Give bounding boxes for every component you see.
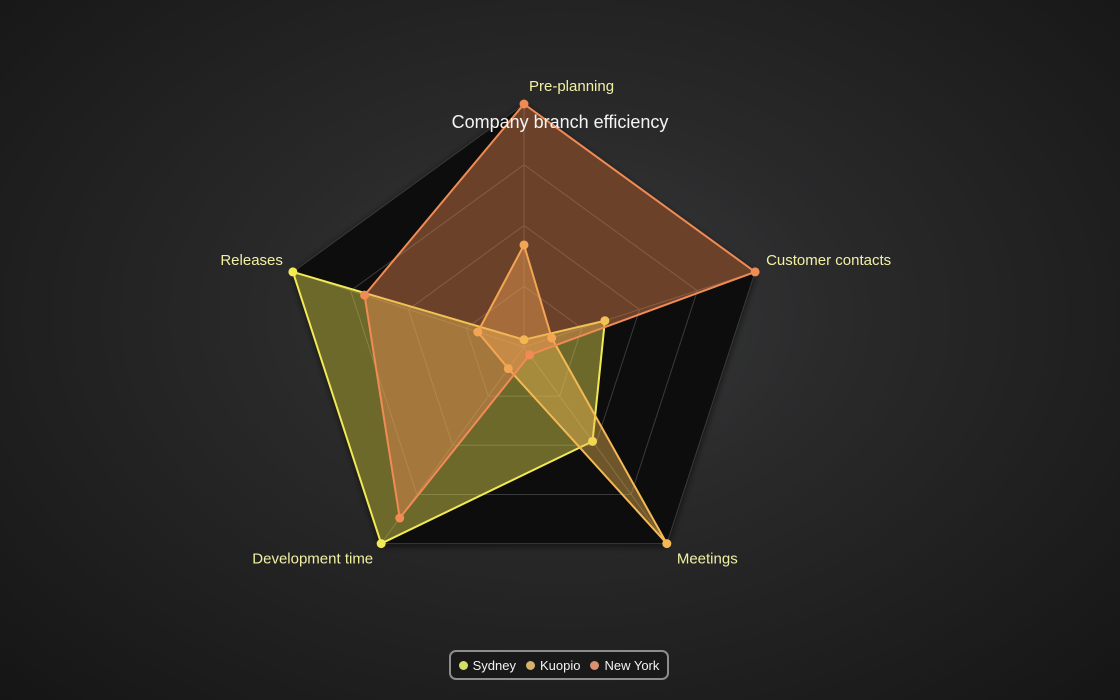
legend-marker-kuopio: [525, 660, 535, 670]
axis-label-customer-contacts: Customer contacts: [766, 252, 891, 269]
legend-label-kuopio: Kuopio: [539, 657, 581, 673]
legend: Sydney Kuopio New York: [449, 650, 669, 680]
data-point-new-york-meetings[interactable]: [525, 350, 535, 360]
legend-item-kuopio[interactable]: Kuopio: [525, 657, 581, 673]
legend-marker-sydney: [458, 660, 468, 670]
legend-marker-new-york: [590, 660, 600, 670]
legend-label-new-york: New York: [604, 657, 660, 673]
data-point-new-york-releases[interactable]: [360, 290, 370, 300]
axis-label-development-time: Development time: [252, 551, 373, 568]
data-point-new-york-pre-planning[interactable]: [519, 99, 529, 109]
data-point-kuopio-meetings[interactable]: [662, 539, 672, 549]
data-point-sydney-releases[interactable]: [288, 267, 298, 277]
legend-item-new-york[interactable]: New York: [590, 658, 659, 673]
data-point-new-york-development-time[interactable]: [395, 513, 405, 523]
data-point-sydney-development-time[interactable]: [376, 539, 386, 549]
legend-item-sydney[interactable]: Sydney: [458, 657, 516, 673]
data-point-new-york-customer-contacts[interactable]: [750, 267, 760, 277]
axis-label-releases: Releases: [220, 252, 283, 269]
radar-chart: Pre-planning Customer contacts Meetings Dev…: [220, 78, 891, 568]
axis-label-meetings: Meetings: [677, 551, 738, 568]
chart-title: Company branch efficiency: [452, 112, 669, 132]
axis-label-pre-planning: Pre-planning: [529, 78, 614, 95]
legend-label-sydney: Sydney: [472, 657, 516, 673]
